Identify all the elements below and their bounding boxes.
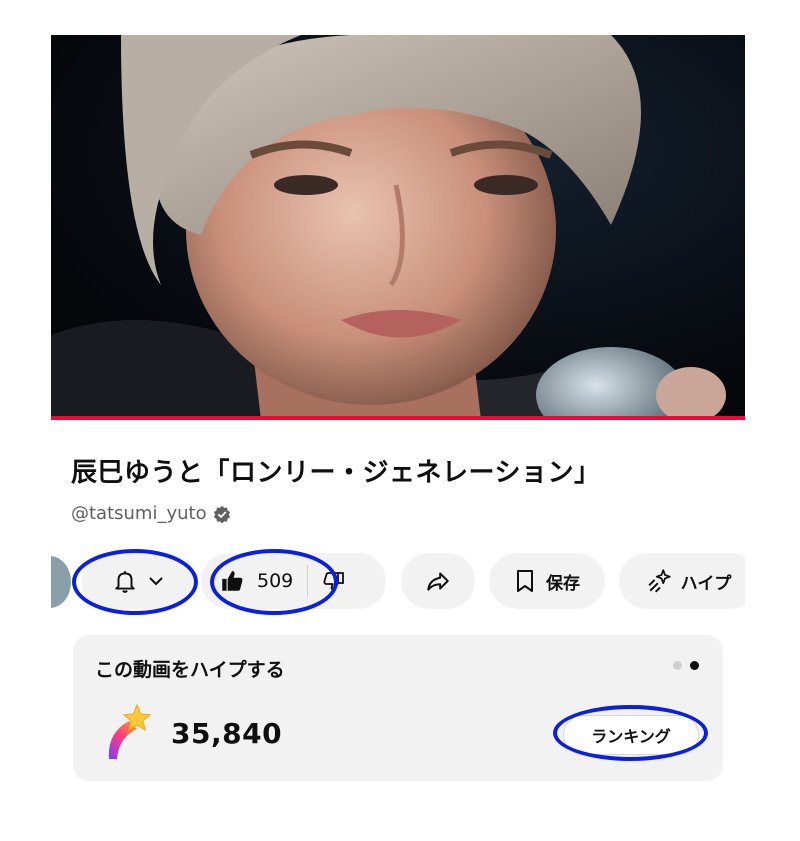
hype-card-title: この動画をハイプする [95, 659, 285, 681]
hype-button[interactable]: ハイプ [619, 553, 745, 609]
carousel-dot-active[interactable] [690, 661, 699, 670]
shooting-star-icon [108, 703, 151, 759]
save-button[interactable]: 保存 [489, 553, 605, 609]
bookmark-icon [517, 570, 533, 592]
channel-handle[interactable]: @tatsumi_yuto [71, 503, 207, 524]
save-label: 保存 [546, 573, 580, 594]
like-dislike-button-group: 509 [201, 553, 386, 609]
channel-avatar[interactable] [51, 556, 71, 608]
video-title: 辰巳ゆうと「ロンリー・ジェネレーション」 [71, 458, 601, 488]
notification-button[interactable] [81, 553, 196, 609]
ranking-button[interactable]: ランキング [563, 715, 699, 755]
video-details-sheet: 辰巳ゆうと「ロンリー・ジェネレーション」 @tatsumi_yuto 509 保… [51, 420, 745, 800]
like-count[interactable]: 509 [257, 570, 293, 592]
thumbs-up-icon[interactable] [219, 568, 245, 594]
hype-sparkle-icon [648, 569, 671, 593]
share-icon [427, 572, 449, 591]
carousel-dots [673, 661, 699, 670]
bell-icon [114, 571, 135, 593]
video-player[interactable] [51, 35, 745, 420]
screenshot-frame: 辰巳ゆうと「ロンリー・ジェネレーション」 @tatsumi_yuto 509 保… [0, 0, 800, 841]
chevron-down-icon [148, 577, 163, 586]
carousel-dot[interactable] [673, 661, 682, 670]
verified-icon [213, 505, 230, 523]
action-row: 509 保存 ハイプ [51, 553, 745, 609]
like-dislike-divider [307, 565, 309, 597]
thumbs-down-icon[interactable] [322, 569, 346, 593]
hype-card: この動画をハイプする 35,840 ランキング [73, 635, 723, 781]
share-button[interactable] [401, 553, 475, 609]
video-frame-image [51, 35, 745, 420]
hype-label: ハイプ [680, 573, 732, 594]
hype-points: 35,840 [171, 717, 283, 750]
channel-handle-row[interactable]: @tatsumi_yuto [71, 503, 231, 524]
